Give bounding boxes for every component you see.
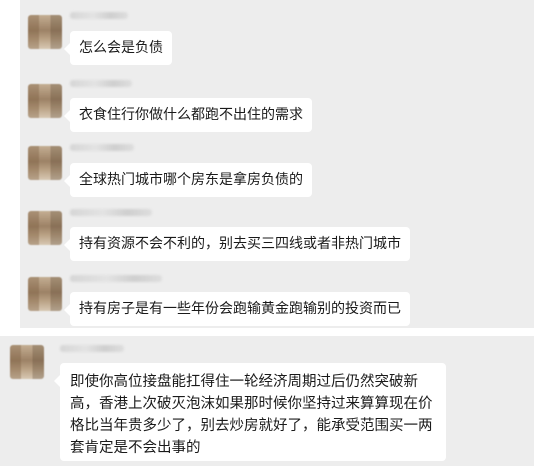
- avatar[interactable]: [28, 15, 62, 49]
- sender-name: [70, 275, 162, 282]
- sender-name: [70, 209, 152, 216]
- message-bubble[interactable]: 全球热门城市哪个房东是拿房负债的: [64, 163, 312, 197]
- message-bubble[interactable]: 持有房子是有一些年份会跑输黄金跑输别的投资而已: [64, 292, 410, 326]
- sender-name: [70, 80, 132, 87]
- avatar[interactable]: [10, 345, 44, 379]
- message-bubble[interactable]: 即使你高位接盘能扛得住一轮经济周期过后仍然突破新高，香港上次破灭泡沫如果那时候你…: [54, 363, 446, 461]
- avatar[interactable]: [28, 146, 62, 180]
- message-bubble[interactable]: 衣食住行你做什么都跑不出住的需求: [64, 98, 312, 132]
- message-bubble[interactable]: 怎么会是负债: [64, 31, 172, 65]
- avatar[interactable]: [28, 211, 62, 245]
- avatar[interactable]: [28, 84, 62, 118]
- sender-name: [70, 12, 128, 19]
- sender-name: [70, 144, 134, 151]
- message-bubble[interactable]: 持有资源不会不利的，别去买三四线或者非热门城市: [64, 227, 410, 261]
- avatar[interactable]: [28, 277, 62, 311]
- sender-name: [60, 345, 124, 352]
